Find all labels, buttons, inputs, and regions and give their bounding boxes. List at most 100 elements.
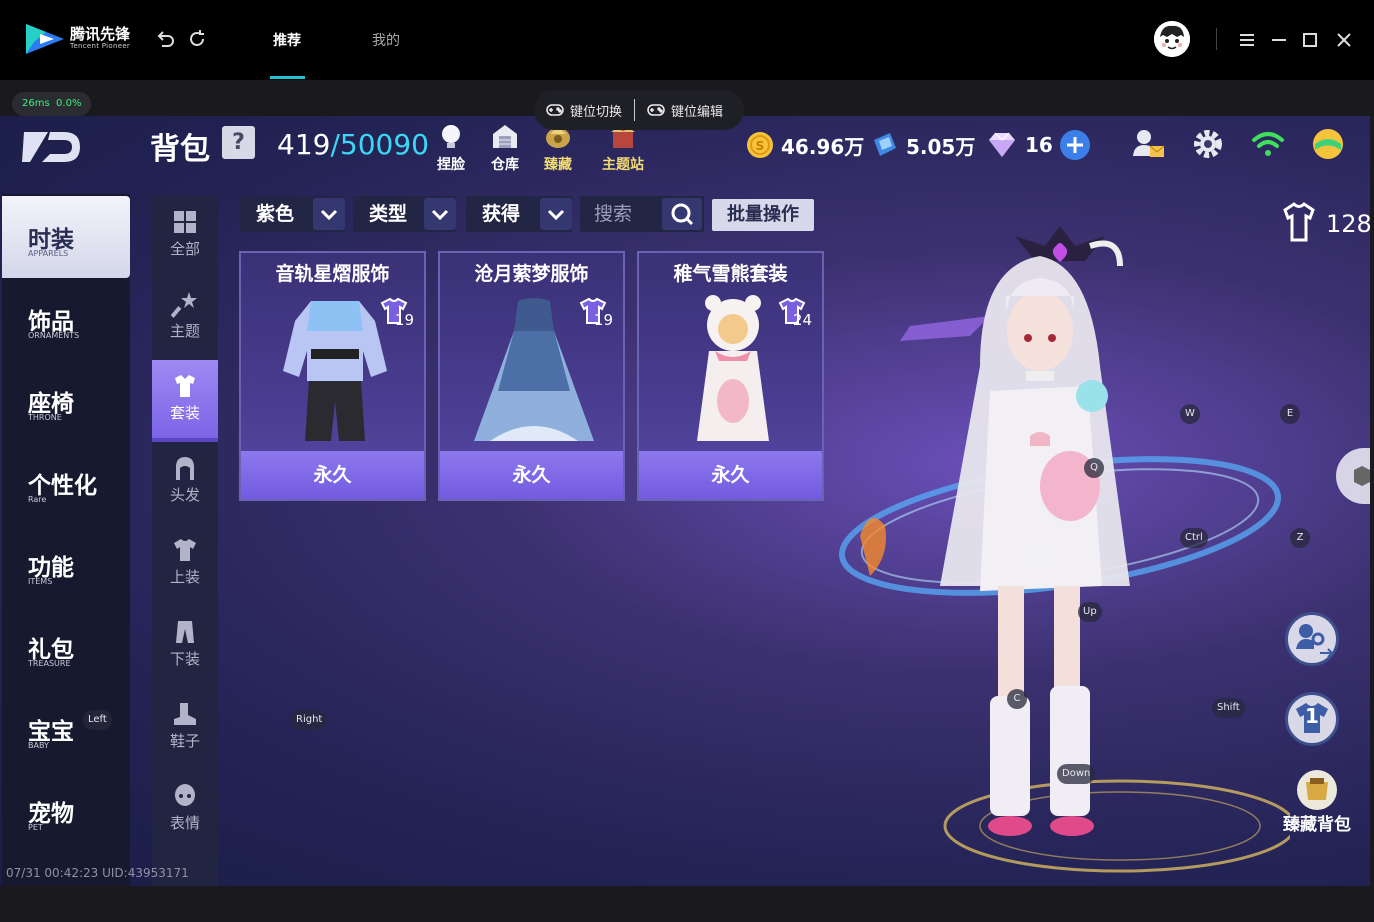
minimize-icon[interactable] [1269, 30, 1289, 50]
menu-icon[interactable] [1237, 30, 1257, 50]
key-edit-button[interactable]: 键位编辑 [635, 101, 735, 120]
bag-total: /50090 [330, 128, 429, 161]
item-duration: 永久 [639, 451, 822, 499]
item-name: 稚气雪熊套装 [673, 263, 788, 285]
type-filter[interactable]: 类型 [353, 196, 456, 232]
subcategory-label: 下装 [169, 650, 200, 668]
keyhint-ctrl: Ctrl [1180, 528, 1208, 548]
gold-currency: S 46.96万 [745, 130, 864, 160]
character-swap-icon [1296, 624, 1334, 658]
collection-bag-label: 臻藏背包 [1283, 815, 1351, 835]
help-button[interactable]: ? [222, 126, 255, 159]
viewport-edge [1370, 116, 1374, 886]
subcategory-label: 全部 [169, 240, 200, 258]
boot-icon [174, 703, 196, 725]
category-sublabel: APPARELS [28, 249, 69, 258]
obtain-filter-dropdown[interactable] [540, 198, 572, 230]
user-avatar[interactable] [1154, 21, 1190, 57]
chevron-down-icon [320, 209, 338, 221]
obtain-filter[interactable]: 获得 [466, 196, 572, 232]
gold-coin-icon: S [747, 132, 773, 158]
outfit-slot-button[interactable]: 1 [1285, 692, 1339, 746]
item-name: 音轨星熠服饰 [275, 263, 390, 285]
app-logo[interactable]: 腾讯先锋 Tencent Pioneer [24, 22, 130, 56]
undo-icon[interactable] [154, 28, 176, 50]
chevron-down-icon [547, 209, 565, 221]
category-sublabel: Rare [28, 495, 47, 504]
maximize-icon[interactable] [1300, 30, 1320, 50]
rotate-view-button[interactable] [1336, 448, 1370, 504]
category-treasure[interactable]: 礼包 TREASURE [2, 606, 130, 688]
session-stamp: 07/31 00:42:23 UID:43953171 [6, 866, 189, 880]
category-pet[interactable]: 宠物 PET [2, 770, 130, 852]
wardrobe-shirt-icon [1283, 202, 1315, 242]
level-badge: 19 [376, 297, 416, 329]
logo-icon [26, 24, 64, 54]
collection-bag-button[interactable]: 臻藏背包 [1272, 766, 1362, 835]
settings-gear-icon[interactable] [1190, 126, 1226, 162]
close-icon[interactable] [1334, 30, 1354, 50]
subcategory-theme[interactable]: 主题 [152, 278, 218, 360]
game-brand-logo [22, 132, 80, 162]
game-viewport[interactable]: 背包 ? 419/50090 捏脸 仓库 臻藏 主题站 S 46.96万 5.0… [0, 116, 1370, 886]
item-card[interactable]: 稚气雪熊套装 24 永久 [637, 251, 824, 501]
color-filter-label: 紫色 [256, 203, 295, 225]
category-personalize[interactable]: 个性化 Rare [2, 442, 130, 524]
warehouse-icon [493, 125, 517, 148]
tab-recommend[interactable]: 推荐 [273, 30, 301, 50]
category-ornaments[interactable]: 饰品 ORNAMENTS [2, 278, 130, 360]
gold-value: 46.96万 [781, 134, 865, 159]
blue-ticket-icon [874, 133, 896, 156]
outfit-icon [175, 375, 195, 397]
event-badge-icon[interactable] [1310, 126, 1346, 162]
network-status: 26ms 0.0% [12, 92, 92, 116]
refresh-icon[interactable] [186, 28, 208, 50]
category-sublabel: ORNAMENTS [28, 331, 80, 340]
item-card[interactable]: 沧月萦梦服饰 19 永久 [438, 251, 625, 501]
category-throne[interactable]: 座椅 THRONE [2, 360, 130, 442]
keyhint-right: Right [291, 710, 328, 730]
type-filter-dropdown[interactable] [424, 198, 456, 230]
batch-operation-button[interactable]: 批量操作 [712, 199, 814, 231]
tab-mine[interactable]: 我的 [372, 30, 400, 50]
category-apparels[interactable]: 时装 APPARELS [2, 196, 130, 278]
item-card[interactable]: 音轨星熠服饰 19 永久 [239, 251, 426, 501]
level-badge: 24 [774, 297, 814, 329]
gamepad-edit-icon [647, 104, 665, 116]
pants-icon [176, 621, 194, 643]
category-sublabel: BABY [28, 741, 49, 750]
outfit-slot-number: 1 [1305, 704, 1319, 728]
subcategory-all[interactable]: 全部 [152, 196, 218, 278]
pose-swap-button[interactable] [1285, 612, 1339, 666]
color-filter[interactable]: 紫色 [240, 196, 345, 232]
wifi-icon [1252, 132, 1284, 156]
titlebar-divider [1216, 28, 1217, 50]
add-diamond-icon[interactable] [1059, 129, 1091, 161]
keyhint-up: Up [1078, 602, 1102, 622]
friend-mail-icon[interactable] [1130, 126, 1166, 162]
category-sublabel: ITEMS [28, 577, 53, 586]
subcategory-tops[interactable]: 上装 [152, 524, 218, 606]
face-edit-button[interactable]: 捏脸 [424, 122, 478, 173]
key-switch-label: 键位切换 [570, 104, 623, 120]
subcategory-hair[interactable]: 头发 [152, 442, 218, 524]
warehouse-button[interactable]: 仓库 [478, 122, 532, 173]
category-baby[interactable]: 宝宝 BABY [2, 688, 130, 770]
wardrobe-counter[interactable]: 128 [1282, 200, 1370, 248]
keyhint-shift: Shift [1212, 698, 1245, 718]
subcategory-label: 上装 [169, 568, 200, 586]
diamond-icon [989, 132, 1015, 157]
key-switch-button[interactable]: 键位切换 [534, 101, 634, 120]
subcategory-shoes[interactable]: 鞋子 [152, 688, 218, 770]
color-filter-dropdown[interactable] [313, 198, 345, 230]
search-button[interactable] [662, 198, 702, 230]
search-icon [671, 203, 694, 226]
category-sublabel: TREASURE [28, 659, 71, 668]
category-items[interactable]: 功能 ITEMS [2, 524, 130, 606]
bag-title: 背包 [150, 132, 210, 167]
subcategory-outfit[interactable]: 套装 [152, 360, 218, 442]
face-icon [175, 784, 195, 806]
keyhint-c: C [1007, 689, 1027, 709]
subcategory-bottoms[interactable]: 下装 [152, 606, 218, 688]
subcategory-expression[interactable]: 表情 [152, 770, 218, 852]
